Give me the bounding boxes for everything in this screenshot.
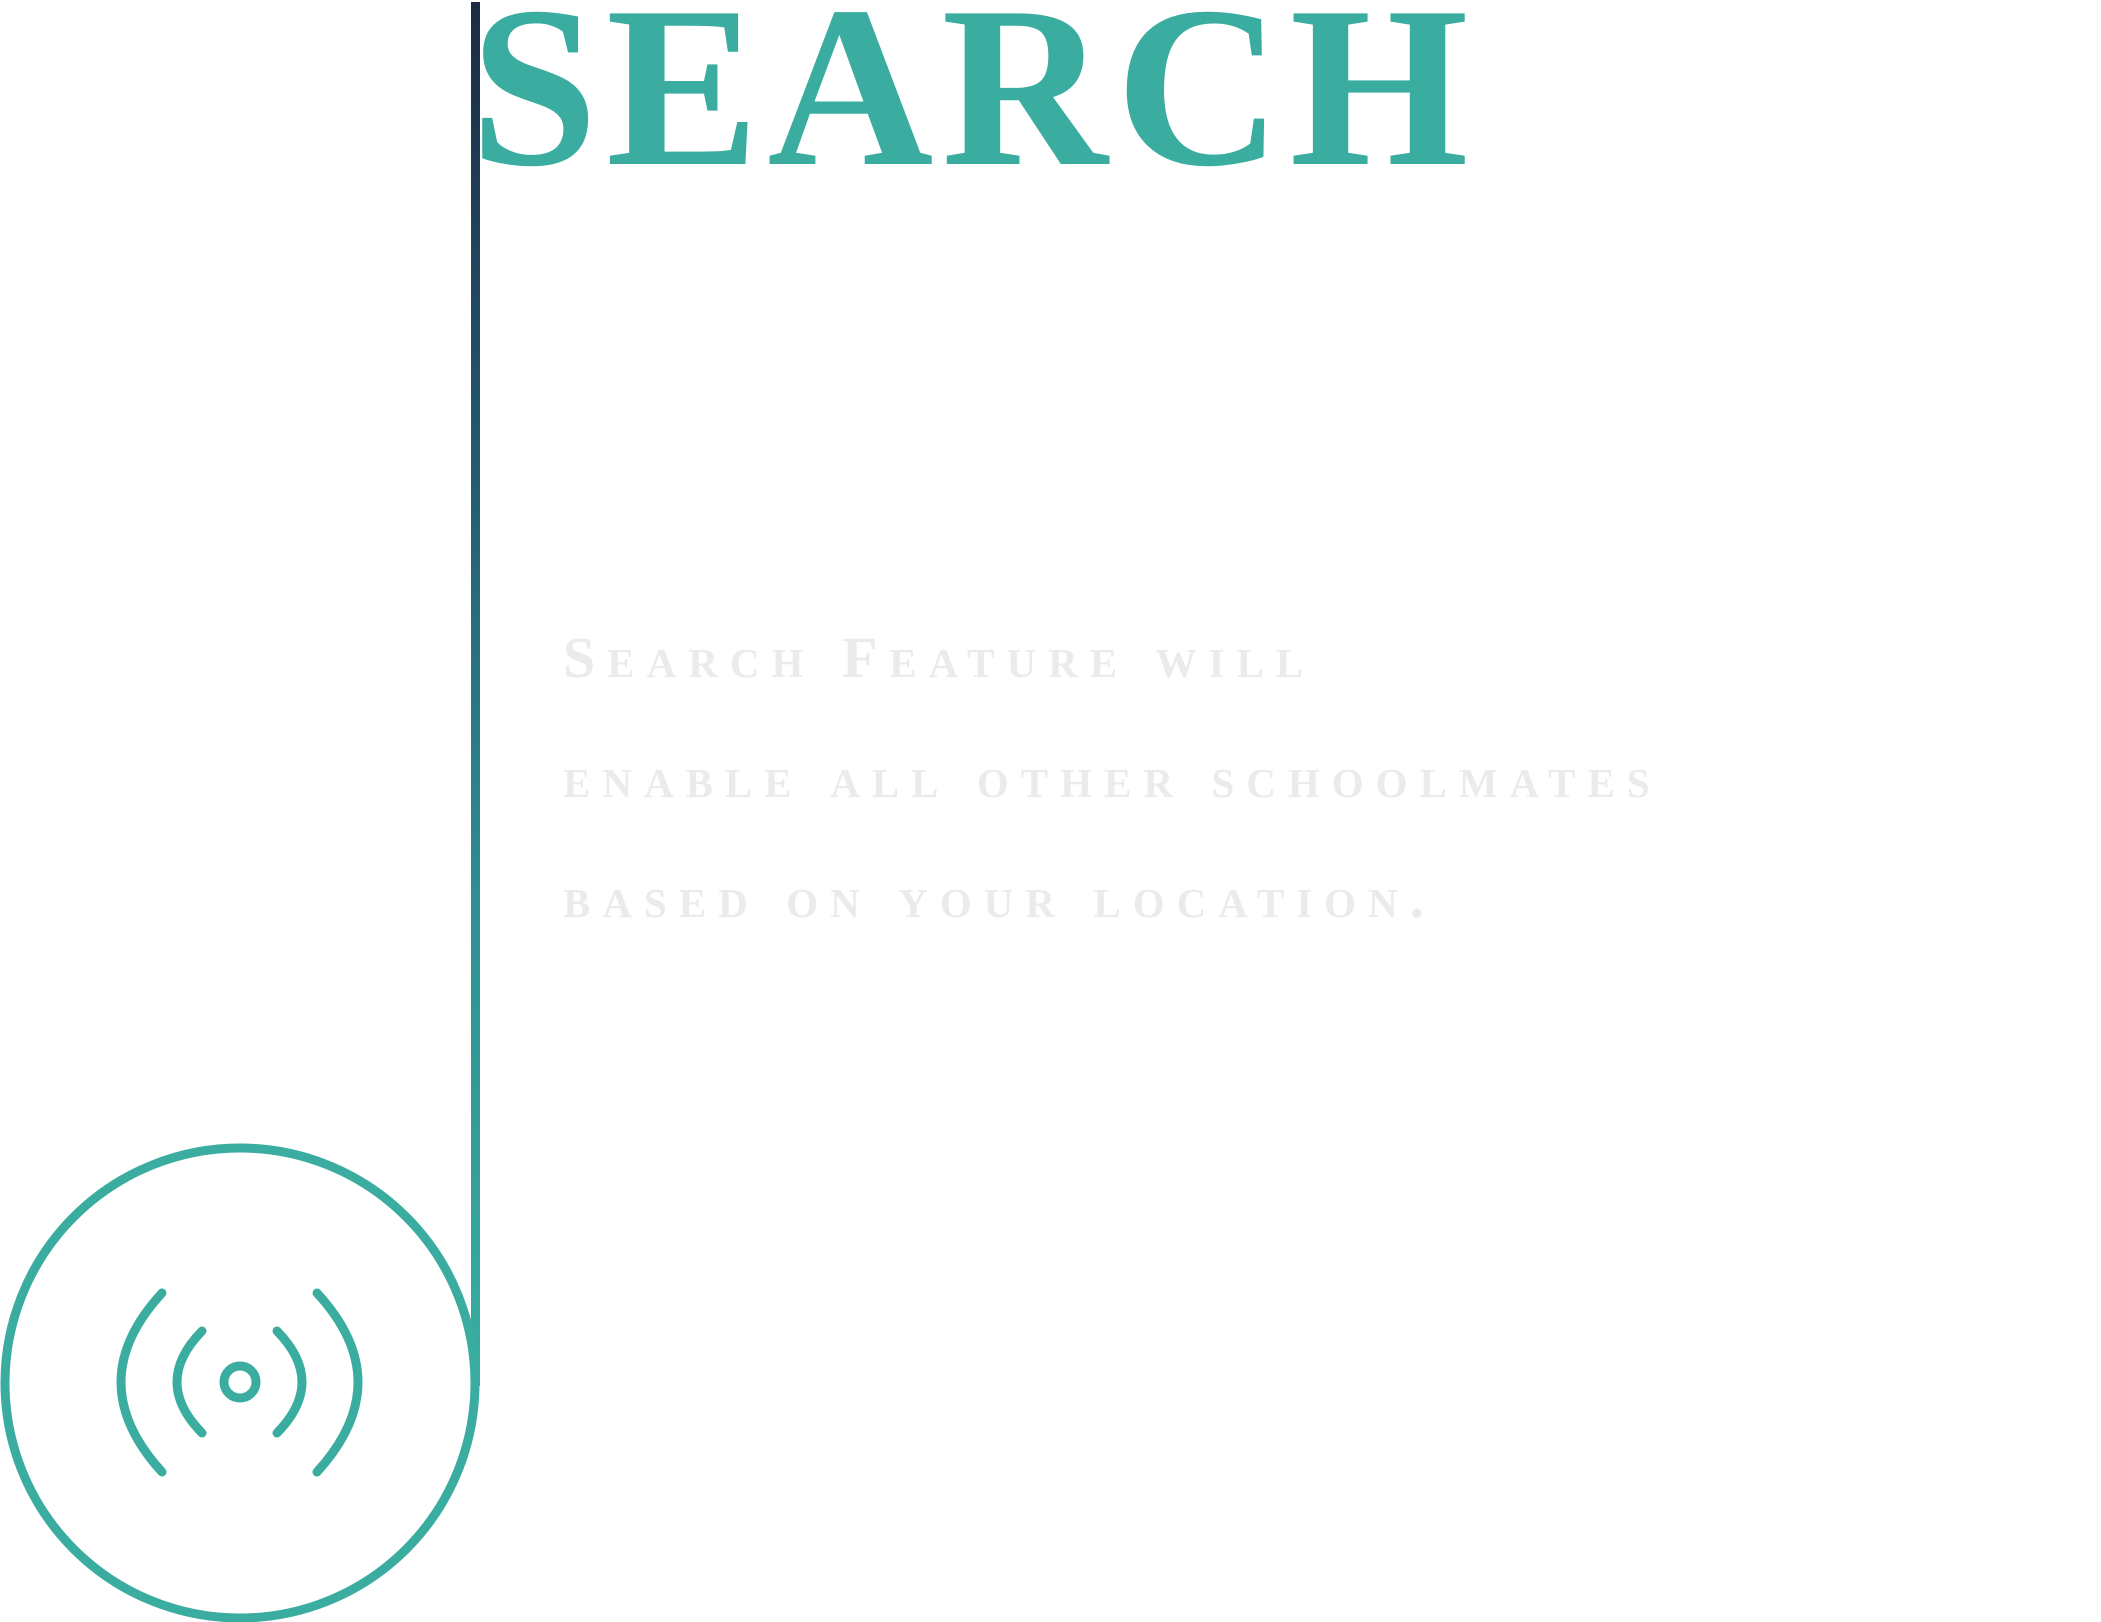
- page-title: SEARCH: [470, 0, 1477, 214]
- icon-outer-circle: [0, 1143, 480, 1622]
- icon-inner-left-wave: [172, 1326, 207, 1438]
- description-line-3: based on your location.: [563, 865, 1437, 930]
- icon-inner-right-wave: [272, 1326, 307, 1438]
- description-line-2: enable all other schoolmates: [563, 745, 1662, 810]
- description-line-1: Search Feature will: [563, 625, 1316, 690]
- icon-outer-left-wave: [116, 1288, 167, 1477]
- icon-outer-right-wave: [312, 1288, 363, 1477]
- icon-center-dot: [219, 1361, 261, 1403]
- feature-description: Search Feature will enable all other sch…: [563, 598, 2073, 958]
- broadcast-signal-icon: [0, 1140, 480, 1622]
